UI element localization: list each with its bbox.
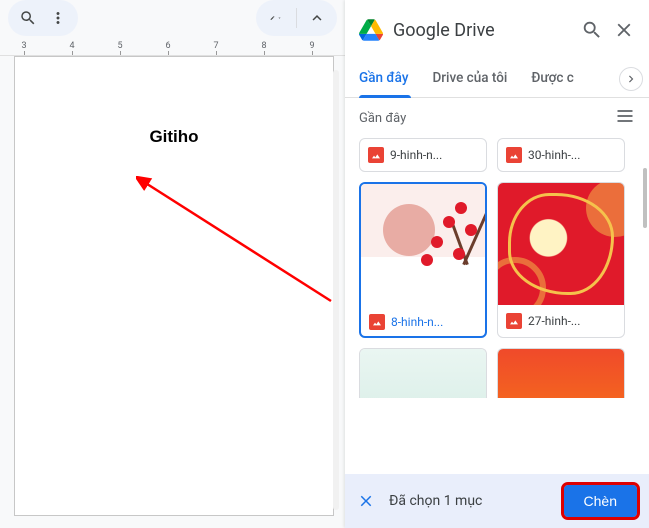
file-card[interactable]: 9-hinh-n... xyxy=(359,138,487,172)
ruler-tick: 10 xyxy=(336,36,345,55)
doc-toolbar xyxy=(0,0,345,36)
file-name: 30-hinh-... xyxy=(528,148,580,162)
file-card[interactable]: 30-hinh-... xyxy=(497,138,625,172)
file-grid: 9-hinh-n... 30-hinh-... 8-hinh-n... 27-h… xyxy=(345,138,649,474)
document-title: Gitiho xyxy=(15,127,333,147)
edit-mode-button[interactable] xyxy=(262,4,290,32)
file-card[interactable] xyxy=(359,348,487,398)
drive-tabs: Gần đây Drive của tôi Được c xyxy=(345,60,649,98)
ruler: 3 4 5 6 7 8 9 10 11 xyxy=(0,36,345,56)
ruler-tick: 3 xyxy=(0,36,48,55)
ruler-tick: 9 xyxy=(288,36,336,55)
file-thumbnail xyxy=(361,184,485,306)
drive-panel: Google Drive Gần đây Drive của tôi Được … xyxy=(345,0,649,528)
drive-logo-icon xyxy=(359,18,383,42)
close-icon[interactable] xyxy=(613,19,635,41)
file-thumbnail xyxy=(498,183,624,305)
file-card[interactable] xyxy=(497,348,625,398)
grid-scrollbar[interactable] xyxy=(643,168,647,228)
image-file-icon xyxy=(369,314,385,330)
file-name: 8-hinh-n... xyxy=(391,315,443,329)
drive-search-icon[interactable] xyxy=(581,19,603,41)
ruler-tick: 6 xyxy=(144,36,192,55)
ruler-tick: 8 xyxy=(240,36,288,55)
document-page[interactable]: Gitiho xyxy=(14,56,334,516)
toolbar-group-right xyxy=(256,0,337,36)
file-card[interactable]: 27-hinh-... xyxy=(497,182,625,338)
search-icon[interactable] xyxy=(14,4,42,32)
collapse-icon[interactable] xyxy=(303,4,331,32)
file-thumbnail xyxy=(498,349,624,398)
ruler-tick: 7 xyxy=(192,36,240,55)
selection-count-text: Đã chọn 1 mục xyxy=(389,493,550,509)
image-file-icon xyxy=(506,147,522,163)
tab-recent[interactable]: Gần đây xyxy=(359,70,408,88)
toolbar-group-left xyxy=(8,0,78,36)
ruler-tick: 5 xyxy=(96,36,144,55)
more-icon[interactable] xyxy=(44,4,72,32)
file-name: 9-hinh-n... xyxy=(390,148,442,162)
image-file-icon xyxy=(506,313,522,329)
insert-button[interactable]: Chèn xyxy=(564,485,637,517)
image-file-icon xyxy=(368,147,384,163)
deselect-icon[interactable] xyxy=(357,492,375,510)
tabs-scroll-right-icon[interactable] xyxy=(619,67,643,91)
document-area: 3 4 5 6 7 8 9 10 11 Gitiho xyxy=(0,0,345,528)
tab-shared[interactable]: Được c xyxy=(531,70,574,88)
file-name: 27-hinh-... xyxy=(528,314,580,328)
file-card-selected[interactable]: 8-hinh-n... xyxy=(359,182,487,338)
list-view-icon[interactable] xyxy=(615,106,635,130)
drive-title: Google Drive xyxy=(393,20,571,41)
chevron-down-icon xyxy=(277,9,282,27)
ruler-tick: 4 xyxy=(48,36,96,55)
section-label: Gần đây xyxy=(359,111,406,126)
drive-header: Google Drive xyxy=(345,0,649,60)
section-header: Gần đây xyxy=(345,98,649,138)
tab-mydrive[interactable]: Drive của tôi xyxy=(432,70,507,88)
doc-scrollbar[interactable] xyxy=(333,70,339,510)
selection-action-bar: Đã chọn 1 mục Chèn xyxy=(345,474,649,528)
file-thumbnail xyxy=(360,349,486,398)
